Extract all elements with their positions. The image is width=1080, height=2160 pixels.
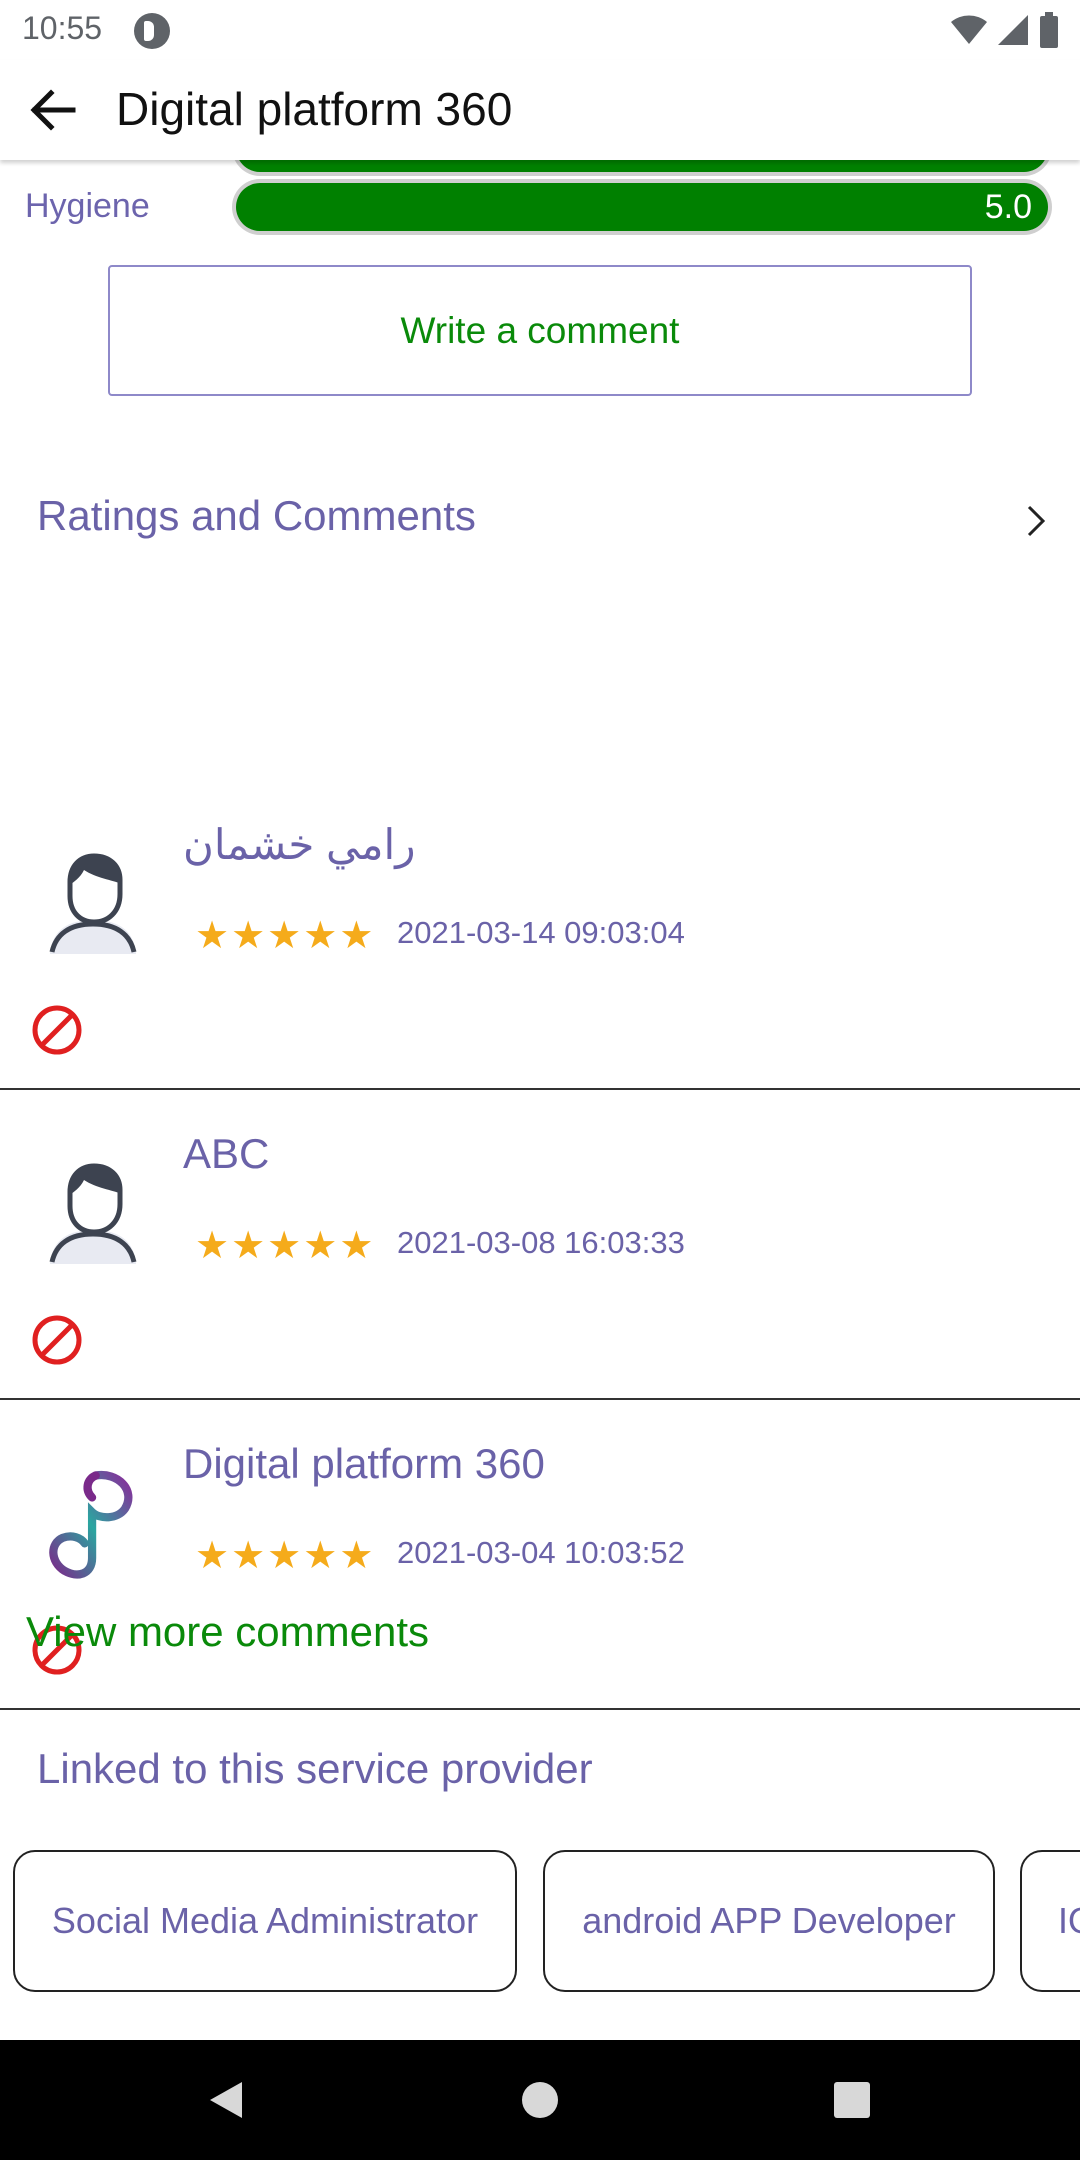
linked-providers-title: Linked to this service provider — [37, 1745, 593, 1792]
nav-home-button[interactable] — [480, 2040, 600, 2160]
platform-logo-icon — [49, 1470, 133, 1579]
arrow-back-icon — [30, 89, 76, 131]
star-icon: ★ — [303, 913, 338, 957]
linked-chip[interactable]: android APP Developer — [543, 1850, 995, 1992]
cellular-signal-icon — [998, 15, 1028, 45]
commenter-name: Digital platform 360 — [183, 1440, 545, 1487]
battery-icon — [1040, 12, 1058, 48]
report-block-icon[interactable] — [30, 1313, 84, 1367]
comment-item: Digital platform 360 ★ ★ ★ ★ ★ 2021-03-0… — [0, 1400, 1080, 1710]
comment-item: رامي خشمان ★ ★ ★ ★ ★ 2021-03-14 09:03:04 — [0, 780, 1080, 1090]
notification-app-icon — [134, 13, 170, 49]
star-rating: ★ ★ ★ ★ ★ — [195, 915, 373, 955]
star-icon: ★ — [267, 913, 302, 957]
linked-chip[interactable]: IO — [1020, 1850, 1080, 1992]
page-title: Digital platform 360 — [116, 83, 513, 135]
app-bar: Digital platform 360 — [0, 60, 1080, 160]
rating-bar-hygiene: 5.0 — [232, 179, 1052, 235]
star-icon: ★ — [339, 1223, 374, 1267]
chevron-right-icon — [1027, 505, 1046, 537]
star-icon: ★ — [303, 1223, 338, 1267]
star-icon: ★ — [339, 913, 374, 957]
rating-bar-previous — [232, 160, 1052, 176]
back-button[interactable] — [22, 80, 82, 140]
commenter-name: رامي خشمان — [183, 821, 416, 868]
star-icon: ★ — [231, 913, 266, 957]
star-icon: ★ — [195, 1223, 230, 1267]
linked-providers-list[interactable]: Social Media Administrator android APP D… — [0, 1850, 1080, 1996]
user-avatar-icon — [49, 853, 137, 954]
rating-bar-fill: 5.0 — [236, 183, 1048, 231]
star-rating: ★ ★ ★ ★ ★ — [195, 1535, 373, 1575]
comment-item: ABC ★ ★ ★ ★ ★ 2021-03-08 16:03:33 — [0, 1090, 1080, 1400]
system-nav-bar — [0, 2040, 1080, 2160]
wifi-icon — [951, 15, 987, 45]
star-icon: ★ — [303, 1533, 338, 1577]
rating-bar-fill — [236, 160, 1048, 172]
view-more-comments-link[interactable]: View more comments — [26, 1608, 429, 1656]
star-icon: ★ — [231, 1223, 266, 1267]
star-icon: ★ — [195, 1533, 230, 1577]
star-rating: ★ ★ ★ ★ ★ — [195, 1225, 373, 1265]
comment-date: 2021-03-14 09:03:04 — [397, 915, 685, 950]
content-scroll[interactable]: Hygiene 5.0 Write a comment Ratings and … — [0, 160, 1080, 2040]
ratings-comments-chevron[interactable] — [1016, 501, 1056, 541]
status-time: 10:55 — [22, 10, 103, 46]
user-avatar-icon — [49, 1163, 137, 1264]
commenter-name: ABC — [183, 1130, 270, 1177]
square-recents-icon — [834, 2082, 870, 2118]
star-icon: ★ — [339, 1533, 374, 1577]
ratings-comments-title[interactable]: Ratings and Comments — [37, 492, 476, 540]
rating-value: 5.0 — [984, 188, 1032, 226]
star-icon: ★ — [267, 1533, 302, 1577]
nav-recents-button[interactable] — [792, 2040, 912, 2160]
comment-date: 2021-03-08 16:03:33 — [397, 1225, 685, 1260]
star-icon: ★ — [195, 913, 230, 957]
rating-label-hygiene: Hygiene — [25, 187, 150, 225]
status-icons — [950, 12, 1060, 48]
write-comment-button[interactable]: Write a comment — [108, 265, 972, 396]
report-block-icon[interactable] — [30, 1003, 84, 1057]
nav-back-button[interactable] — [166, 2040, 286, 2160]
star-icon: ★ — [231, 1533, 266, 1577]
screen: 10:55 Digital platform 360 Hygiene 5.0 W… — [0, 0, 1080, 2160]
star-icon: ★ — [267, 1223, 302, 1267]
circle-home-icon — [522, 2082, 558, 2118]
triangle-back-icon — [210, 2082, 242, 2118]
linked-chip[interactable]: Social Media Administrator — [13, 1850, 517, 1992]
comment-date: 2021-03-04 10:03:52 — [397, 1535, 685, 1570]
status-bar: 10:55 — [0, 0, 1080, 60]
